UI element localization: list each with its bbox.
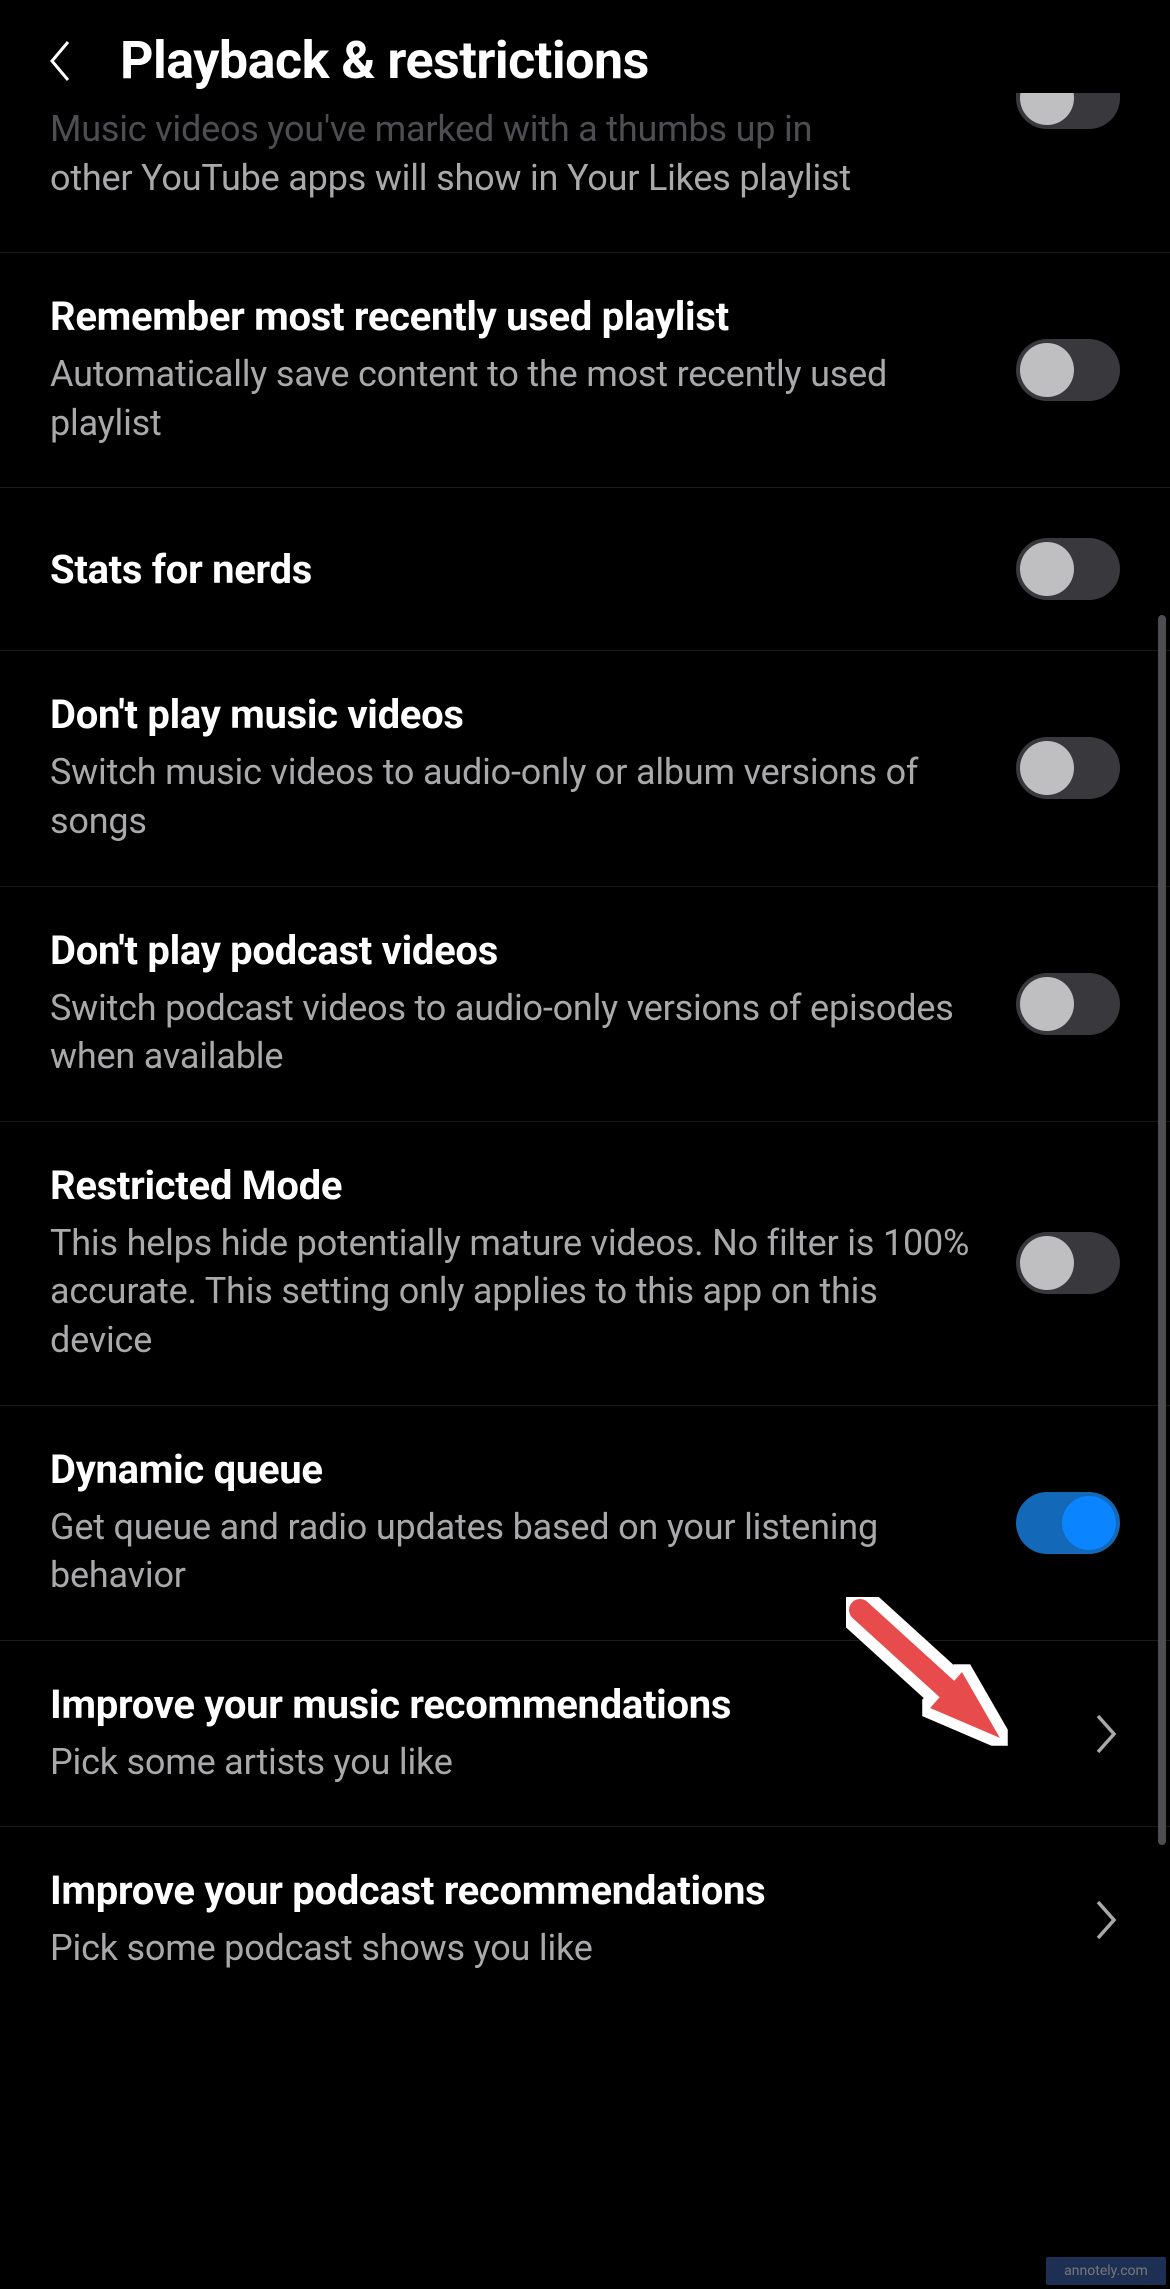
watermark: annotely.com [1046, 2257, 1166, 2285]
row-text: Music videos you've marked with a thumbs… [50, 121, 986, 202]
row-subtitle: Pick some podcast shows you like [50, 1924, 1064, 1973]
header: Playback & restrictions [0, 0, 1170, 121]
setting-row-dont-play-podcast-videos[interactable]: Don't play podcast videos Switch podcast… [0, 887, 1170, 1122]
row-title: Improve your music recommendations [50, 1681, 1064, 1728]
row-subtitle: Get queue and radio updates based on you… [50, 1503, 986, 1600]
toggle-liked-videos[interactable] [1016, 93, 1120, 129]
row-text: Dynamic queue Get queue and radio update… [50, 1446, 986, 1600]
row-subtitle: Automatically save content to the most r… [50, 350, 986, 447]
row-subtitle: This helps hide potentially mature video… [50, 1219, 986, 1365]
settings-list: Music videos you've marked with a thumbs… [0, 121, 1170, 2013]
page-title: Playback & restrictions [120, 30, 649, 91]
setting-row-stats-for-nerds[interactable]: Stats for nerds [0, 488, 1170, 651]
row-text: Improve your podcast recommendations Pic… [50, 1867, 1064, 1973]
setting-row-dont-play-music-videos[interactable]: Don't play music videos Switch music vid… [0, 651, 1170, 886]
row-subtitle: Switch music videos to audio-only or alb… [50, 748, 986, 845]
row-text: Don't play music videos Switch music vid… [50, 691, 986, 845]
toggle-dont-play-music-videos[interactable] [1016, 737, 1120, 799]
back-button[interactable] [40, 41, 80, 81]
chevron-left-icon [46, 38, 74, 84]
row-title: Don't play podcast videos [50, 927, 986, 974]
row-subtitle: other YouTube apps will show in Your Lik… [50, 154, 986, 203]
row-text: Stats for nerds [50, 546, 986, 593]
setting-row-improve-music-recs[interactable]: Improve your music recommendations Pick … [0, 1641, 1170, 1828]
toggle-dont-play-podcast-videos[interactable] [1016, 973, 1120, 1035]
toggle-remember-playlist[interactable] [1016, 339, 1120, 401]
setting-row-restricted-mode[interactable]: Restricted Mode This helps hide potentia… [0, 1122, 1170, 1406]
setting-row-liked-videos[interactable]: Music videos you've marked with a thumbs… [0, 121, 1170, 253]
row-subtitle: Switch podcast videos to audio-only vers… [50, 984, 986, 1081]
toggle-dynamic-queue[interactable] [1016, 1492, 1120, 1554]
row-text: Don't play podcast videos Switch podcast… [50, 927, 986, 1081]
row-title: Stats for nerds [50, 546, 986, 593]
setting-row-remember-playlist[interactable]: Remember most recently used playlist Aut… [0, 253, 1170, 488]
row-subtitle: Pick some artists you like [50, 1738, 1064, 1787]
chevron-right-icon [1094, 1898, 1120, 1942]
row-title: Dynamic queue [50, 1446, 986, 1493]
row-title: Remember most recently used playlist [50, 293, 986, 340]
scrollbar-thumb[interactable] [1158, 615, 1166, 1845]
setting-row-improve-podcast-recs[interactable]: Improve your podcast recommendations Pic… [0, 1827, 1170, 2013]
toggle-restricted-mode[interactable] [1016, 1232, 1120, 1294]
row-title: Restricted Mode [50, 1162, 986, 1209]
row-text: Improve your music recommendations Pick … [50, 1681, 1064, 1787]
row-title: Improve your podcast recommendations [50, 1867, 1064, 1914]
toggle-stats-for-nerds[interactable] [1016, 538, 1120, 600]
row-title: Don't play music videos [50, 691, 986, 738]
chevron-right-icon [1094, 1712, 1120, 1756]
row-text: Restricted Mode This helps hide potentia… [50, 1162, 986, 1365]
row-title-cut: Music videos you've marked with a thumbs… [50, 105, 986, 154]
setting-row-dynamic-queue[interactable]: Dynamic queue Get queue and radio update… [0, 1406, 1170, 1641]
row-text: Remember most recently used playlist Aut… [50, 293, 986, 447]
